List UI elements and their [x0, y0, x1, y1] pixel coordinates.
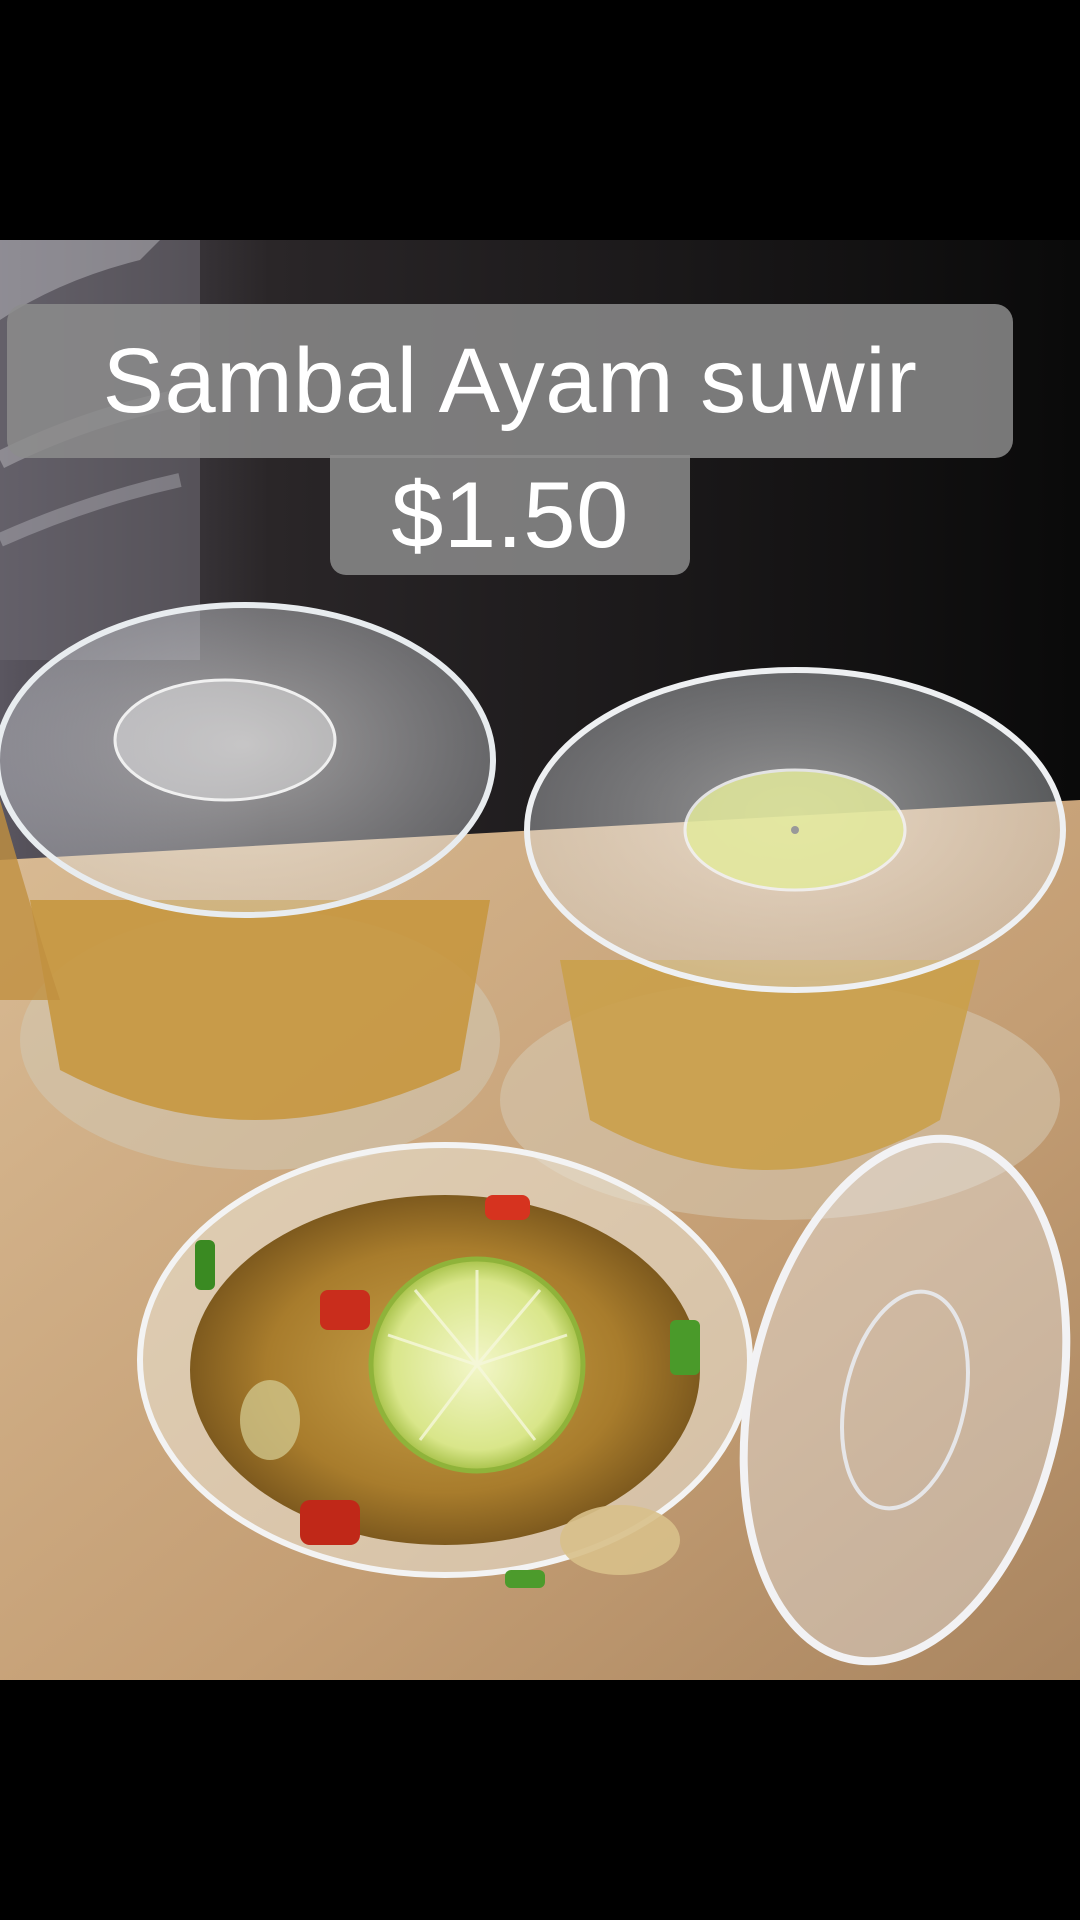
caption-price: $1.50	[330, 455, 690, 575]
caption-title: Sambal Ayam suwir	[7, 304, 1013, 458]
